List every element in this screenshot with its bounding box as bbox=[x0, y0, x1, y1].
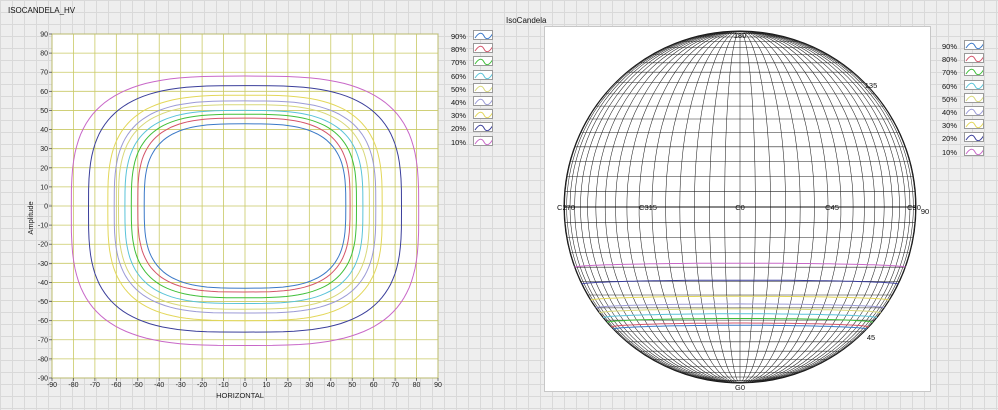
angle-label: G0 bbox=[735, 383, 745, 392]
legend-swatch[interactable] bbox=[964, 79, 984, 90]
right-legend: 90% 80% 70% 60% 50% 40% 30% 20% 10% bbox=[942, 40, 990, 159]
legend-label: 50% bbox=[942, 94, 958, 104]
angle-label: C0 bbox=[735, 203, 745, 212]
angle-label: 45 bbox=[867, 333, 875, 342]
legend-swatch[interactable] bbox=[964, 92, 984, 103]
legend-swatch[interactable] bbox=[964, 132, 984, 143]
right-chart: 180 135 C270 C315 C0 C45 C90 90 45 G0 bbox=[557, 30, 929, 392]
legend-item: 90% bbox=[942, 40, 990, 53]
legend-label: 30% bbox=[942, 121, 958, 131]
legend-label: 40% bbox=[942, 107, 958, 117]
legend-swatch[interactable] bbox=[964, 66, 984, 77]
legend-label: 20% bbox=[942, 134, 958, 144]
legend-swatch[interactable] bbox=[964, 53, 984, 64]
angle-label: 90 bbox=[921, 207, 929, 216]
legend-item: 70% bbox=[942, 66, 990, 79]
legend-label: 10% bbox=[942, 147, 958, 157]
legend-label: 60% bbox=[942, 81, 958, 91]
angle-label: C90 bbox=[907, 203, 921, 212]
angle-label: C45 bbox=[825, 203, 839, 212]
legend-label: 80% bbox=[942, 55, 958, 65]
legend-item: 50% bbox=[942, 92, 990, 106]
legend-item: 20% bbox=[942, 132, 990, 145]
legend-label: 70% bbox=[942, 68, 958, 78]
angle-label: 135 bbox=[865, 81, 878, 90]
angle-label: C315 bbox=[639, 203, 657, 212]
legend-item: 10% bbox=[942, 145, 990, 159]
legend-item: 30% bbox=[942, 119, 990, 132]
legend-label: 90% bbox=[942, 42, 958, 51]
angle-label: 180 bbox=[734, 31, 747, 40]
legend-item: 80% bbox=[942, 53, 990, 66]
legend-swatch[interactable] bbox=[964, 40, 984, 50]
legend-item: 40% bbox=[942, 105, 990, 119]
legend-swatch[interactable] bbox=[964, 119, 984, 130]
angle-label: C270 bbox=[557, 203, 575, 212]
legend-swatch[interactable] bbox=[964, 105, 984, 116]
legend-item: 60% bbox=[942, 79, 990, 93]
legend-swatch[interactable] bbox=[964, 145, 984, 156]
